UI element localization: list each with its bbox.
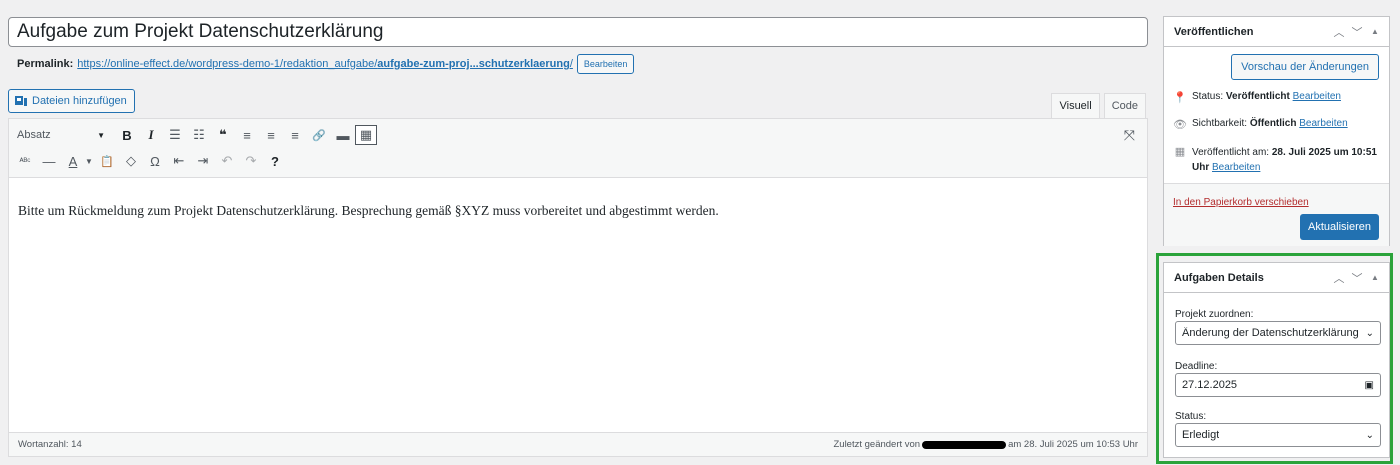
update-button[interactable]: Aktualisieren: [1300, 214, 1379, 240]
publish-footer: In den Papierkorb verschieben Aktualisie…: [1164, 183, 1389, 246]
permalink-link[interactable]: https://online-effect.de/wordpress-demo-…: [77, 58, 377, 70]
permalink-row: Permalink: https://online-effect.de/word…: [17, 54, 635, 74]
help-icon[interactable]: ?: [263, 149, 287, 173]
calendar-icon: ▦: [1174, 146, 1186, 158]
task-status-label: Status:: [1175, 411, 1207, 422]
chevron-down-icon: ⌄: [1365, 429, 1374, 441]
add-media-label: Dateien hinzufügen: [32, 95, 127, 107]
task-details-box: Aufgaben Details ︿ ﹀ ▲ Projekt zuordnen:…: [1163, 262, 1390, 458]
edit-date-link[interactable]: Bearbeiten: [1212, 162, 1260, 173]
edit-permalink-button[interactable]: Bearbeiten: [576, 54, 635, 74]
calendar-picker-icon[interactable]: ▣: [1365, 380, 1374, 391]
publish-box-title: Veröffentlichen: [1174, 25, 1254, 38]
editor-box: Absatz ▼ B I ☰ ☷ ❝ ≡ ≡ ≡ 🔗 ▬ ▦ ᴬᴮᶜ — A ▼…: [8, 118, 1148, 457]
read-more-icon[interactable]: ▬: [331, 123, 355, 147]
numbered-list-icon[interactable]: ☷: [187, 123, 211, 147]
visibility-row: 👁 Sichtbarkeit: Öffentlich Bearbeiten: [1173, 118, 1348, 131]
editor-toolbar: Absatz ▼ B I ☰ ☷ ❝ ≡ ≡ ≡ 🔗 ▬ ▦ ᴬᴮᶜ — A ▼…: [9, 119, 1147, 178]
deadline-label: Deadline:: [1175, 361, 1218, 372]
edit-visibility-link[interactable]: Bearbeiten: [1299, 118, 1347, 129]
strikethrough-icon[interactable]: ᴬᴮᶜ: [13, 149, 37, 173]
status-value: Veröffentlicht: [1225, 91, 1290, 102]
move-up-icon[interactable]: ︿: [1333, 24, 1345, 40]
add-media-button[interactable]: Dateien hinzufügen: [8, 89, 135, 113]
horizontal-line-icon[interactable]: —: [37, 149, 61, 173]
permalink-trailing[interactable]: /: [570, 58, 573, 70]
word-count: Wortanzahl: 14: [18, 439, 82, 450]
italic-button[interactable]: I: [139, 123, 163, 147]
published-row: ▦ Veröffentlicht am: 28. Juli 2025 um 10…: [1173, 145, 1378, 175]
redo-icon[interactable]: ↷: [239, 149, 263, 173]
redacted-name: [922, 440, 1007, 449]
move-up-icon[interactable]: ︿: [1333, 270, 1345, 286]
last-changed-prefix: Zuletzt geändert von: [833, 439, 921, 450]
distraction-free-icon[interactable]: ⤧: [1124, 127, 1135, 144]
paste-text-icon[interactable]: 📋: [95, 149, 119, 173]
link-icon[interactable]: 🔗: [307, 123, 331, 147]
format-select-value: Absatz: [17, 129, 51, 141]
chevron-down-icon: ⌄: [1365, 327, 1374, 339]
format-select[interactable]: Absatz ▼: [13, 124, 109, 146]
bullet-list-icon[interactable]: ☰: [163, 123, 187, 147]
last-changed: Zuletzt geändert von am 28. Juli 2025 um…: [833, 439, 1138, 450]
publish-box: Veröffentlichen ︿ ﹀ ▲ Vorschau der Änder…: [1163, 16, 1390, 246]
task-details-header: Aufgaben Details ︿ ﹀ ▲: [1164, 263, 1389, 293]
deadline-date-input[interactable]: 27.12.2025 ▣: [1175, 373, 1381, 397]
editor-statusbar: Wortanzahl: 14 Zuletzt geändert von am 2…: [9, 432, 1147, 456]
status-row: 📍 Status: Veröffentlicht Bearbeiten: [1173, 91, 1341, 104]
editor-content[interactable]: Bitte um Rückmeldung zum Projekt Datensc…: [18, 203, 719, 219]
preview-changes-button[interactable]: Vorschau der Änderungen: [1231, 54, 1379, 80]
pin-icon: 📍: [1173, 92, 1187, 104]
blockquote-icon[interactable]: ❝: [211, 123, 235, 147]
text-color-icon[interactable]: A: [61, 149, 85, 173]
visibility-value: Öffentlich: [1249, 118, 1297, 129]
chevron-down-icon: ▼: [97, 130, 105, 140]
clear-formatting-icon[interactable]: ◇: [119, 149, 143, 173]
project-label: Projekt zuordnen:: [1175, 309, 1254, 320]
publish-box-header: Veröffentlichen ︿ ﹀ ▲: [1164, 17, 1389, 47]
tab-visual[interactable]: Visuell: [1051, 93, 1100, 119]
move-down-icon[interactable]: ﹀: [1351, 270, 1363, 286]
editor-mode-tabs: Visuell Code: [1051, 93, 1146, 119]
toolbar-row-1: Absatz ▼ B I ☰ ☷ ❝ ≡ ≡ ≡ 🔗 ▬ ▦: [9, 123, 377, 147]
text-color-chevron-icon[interactable]: ▼: [85, 157, 95, 166]
task-details-title: Aufgaben Details: [1174, 271, 1264, 284]
toolbar-toggle-icon[interactable]: ▦: [355, 125, 377, 145]
move-down-icon[interactable]: ﹀: [1351, 24, 1363, 40]
media-icon: [15, 96, 27, 106]
last-changed-suffix: am 28. Juli 2025 um 10:53 Uhr: [1008, 439, 1138, 450]
tab-code[interactable]: Code: [1103, 93, 1146, 119]
bold-button[interactable]: B: [115, 123, 139, 147]
edit-status-link[interactable]: Bearbeiten: [1293, 91, 1341, 102]
eye-icon: 👁: [1173, 119, 1187, 131]
collapse-icon[interactable]: ▲: [1369, 27, 1381, 36]
permalink-slug[interactable]: aufgabe-zum-proj...schutzerklaerung: [377, 58, 570, 70]
trash-link[interactable]: In den Papierkorb verschieben: [1173, 197, 1309, 208]
visibility-label: Sichtbarkeit:: [1192, 118, 1248, 129]
align-center-icon[interactable]: ≡: [259, 123, 283, 147]
post-title-input[interactable]: Aufgabe zum Projekt Datenschutzerklärung: [8, 17, 1148, 47]
status-label: Status:: [1192, 91, 1224, 102]
permalink-label: Permalink:: [17, 58, 74, 70]
outdent-icon[interactable]: ⇤: [167, 149, 191, 173]
project-select-value: Änderung der Datenschutzerklärung: [1182, 327, 1359, 339]
task-details-controls: ︿ ﹀ ▲: [1333, 270, 1381, 286]
published-label: Veröffentlicht am:: [1192, 147, 1270, 158]
align-left-icon[interactable]: ≡: [235, 123, 259, 147]
task-status-value: Erledigt: [1182, 429, 1220, 441]
project-select[interactable]: Änderung der Datenschutzerklärung ⌄: [1175, 321, 1381, 345]
task-status-select[interactable]: Erledigt ⌄: [1175, 423, 1381, 447]
deadline-value: 27.12.2025: [1182, 379, 1238, 391]
indent-icon[interactable]: ⇥: [191, 149, 215, 173]
special-character-icon[interactable]: Ω: [143, 149, 167, 173]
align-right-icon[interactable]: ≡: [283, 123, 307, 147]
undo-icon[interactable]: ↶: [215, 149, 239, 173]
toolbar-row-2: ᴬᴮᶜ — A ▼ 📋 ◇ Ω ⇤ ⇥ ↶ ↷ ?: [9, 149, 287, 173]
collapse-icon[interactable]: ▲: [1369, 273, 1381, 282]
publish-box-controls: ︿ ﹀ ▲: [1333, 24, 1381, 40]
